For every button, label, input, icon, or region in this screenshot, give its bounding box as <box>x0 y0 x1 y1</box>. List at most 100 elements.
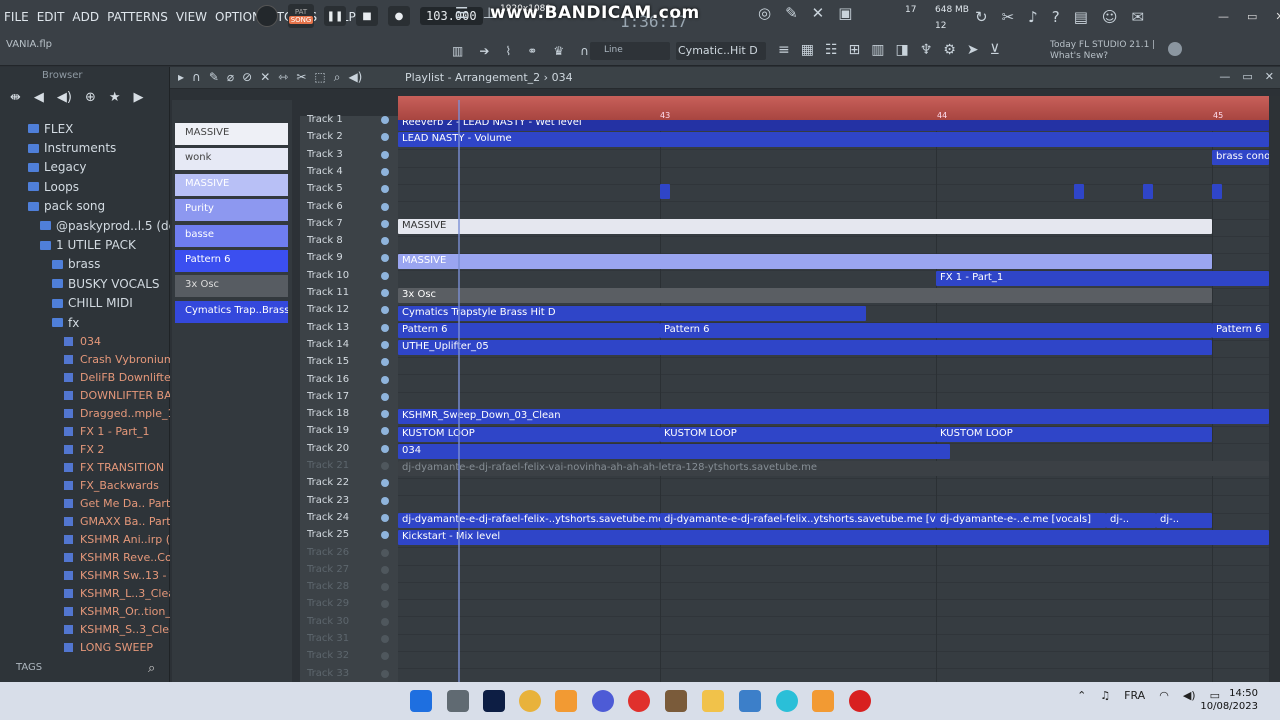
browser-folder[interactable]: fx <box>0 313 170 332</box>
minecraft-icon[interactable] <box>665 690 687 712</box>
chip-icon[interactable]: ⚙ <box>943 42 956 58</box>
close-icon[interactable]: ✕ <box>1265 70 1274 83</box>
clip-track12[interactable]: Cymatics Trapstyle Brass Hit D <box>398 306 866 321</box>
clip-track11[interactable]: 3x Osc <box>398 288 1212 303</box>
clip-track25[interactable]: Kickstart - Mix level <box>398 530 1269 545</box>
browser-file[interactable]: KSHMR Sw..13 - (E) <box>0 566 170 584</box>
pin-icon[interactable]: ⊥ <box>482 4 495 22</box>
track-mute-icon[interactable] <box>381 254 389 263</box>
playlist-icon[interactable]: ≡ <box>778 42 790 58</box>
browser-folder[interactable]: Legacy <box>0 158 170 177</box>
maximize-icon[interactable]: ▭ <box>1242 70 1252 83</box>
track-header[interactable]: Track 21 <box>300 458 398 475</box>
wifi-icon[interactable]: ◠ <box>1159 689 1169 702</box>
browser-folder[interactable]: @paskyprod..l.5 (demo) <box>0 216 170 235</box>
picker-item[interactable]: basse <box>175 224 288 247</box>
track-header[interactable]: Track 6 <box>300 199 398 216</box>
piano-icon[interactable]: ▥ <box>452 44 463 58</box>
track-header[interactable]: Track 5 <box>300 181 398 198</box>
track-header[interactable]: Track 20 <box>300 441 398 458</box>
minimize-icon[interactable]: — <box>1218 10 1229 23</box>
clip-track13-b[interactable]: Pattern 6 <box>660 323 1212 338</box>
pin-icon[interactable]: ▶ <box>134 90 144 106</box>
arrow-right-icon[interactable]: ➔ <box>479 44 489 58</box>
track-mute-icon[interactable] <box>381 116 389 124</box>
browser-file[interactable]: FX TRANSITION <box>0 458 170 476</box>
clip-track13-a[interactable]: Pattern 6 <box>398 323 660 338</box>
track-header[interactable]: Track 24 <box>300 510 398 527</box>
track-header[interactable]: Track 13 <box>300 320 398 337</box>
link-icon[interactable]: ⚭ <box>527 44 537 58</box>
track-header[interactable]: Track 14 <box>300 337 398 354</box>
browser-file[interactable]: LONG SWEEP <box>0 638 170 656</box>
track-header[interactable]: Track 27 <box>300 562 398 579</box>
browser-file[interactable]: FX 1 - Part_1 <box>0 422 170 440</box>
brush-icon[interactable]: ⌇ <box>505 44 511 58</box>
menu-file[interactable]: FILE <box>4 10 29 24</box>
opera-icon[interactable] <box>628 690 650 712</box>
track-mute-icon[interactable] <box>381 444 389 453</box>
news-panel[interactable]: Today FL STUDIO 21.1 | What's New? <box>1050 40 1155 62</box>
language-indicator[interactable]: FRA <box>1124 689 1145 702</box>
track-mute-icon[interactable] <box>381 306 389 315</box>
clip-track24-c[interactable]: dj-dyamante-e-..e.me [vocals] <box>936 513 1106 528</box>
track-mute-icon[interactable] <box>381 548 389 557</box>
track-header[interactable]: Track 28 <box>300 579 398 596</box>
browser-file[interactable]: DOWNLIFTER BASS <box>0 386 170 404</box>
menu-edit[interactable]: EDIT <box>37 10 65 24</box>
browser-file[interactable]: DeliFB Downlifter 3 <box>0 368 170 386</box>
track-mute-icon[interactable] <box>381 323 389 332</box>
fl-studio-icon[interactable] <box>555 690 577 712</box>
track-mute-icon[interactable] <box>381 271 389 280</box>
clip-track7[interactable]: MASSIVE <box>398 219 1212 234</box>
fl-studio-active-icon[interactable] <box>812 690 834 712</box>
picker-item[interactable]: Cymatics Trap..Brass Hit D <box>175 300 288 323</box>
clip-track24-d[interactable]: dj-.. <box>1106 513 1156 528</box>
minimize-icon[interactable]: — <box>1219 70 1230 83</box>
track-mute-icon[interactable] <box>381 496 389 505</box>
channel-rack-icon[interactable]: ▦ <box>801 42 814 58</box>
browser-folder[interactable]: brass <box>0 255 170 274</box>
track-mute-icon[interactable] <box>381 479 389 488</box>
browser-file[interactable]: KSHMR_S..3_Clean <box>0 620 170 638</box>
mic-icon[interactable]: ♪ <box>1028 8 1038 26</box>
clip-track5-a[interactable] <box>660 184 670 199</box>
speaker-icon[interactable]: ◀) <box>57 90 72 106</box>
chrome-icon[interactable] <box>519 690 541 712</box>
refresh-icon[interactable]: ↻ <box>975 8 988 26</box>
picker-item[interactable]: 3x Osc <box>175 275 288 298</box>
chat-icon[interactable]: ✉ <box>1132 8 1145 26</box>
stop-button[interactable]: ■ <box>356 6 378 26</box>
close-icon[interactable]: ✕ <box>812 4 825 22</box>
clock[interactable]: 14:50 10/08/2023 <box>1200 687 1258 713</box>
track-header[interactable]: Track 29 <box>300 596 398 613</box>
task-view-icon[interactable] <box>447 690 469 712</box>
clip-track5-b[interactable] <box>1074 184 1084 199</box>
clip-track21[interactable]: dj-dyamante-e-dj-rafael-felix-vai-novinh… <box>398 461 1269 476</box>
browser-file[interactable]: KSHMR_Or..tion_01 <box>0 602 170 620</box>
track-mute-icon[interactable] <box>381 513 389 522</box>
picker-item[interactable]: wonk <box>175 148 288 171</box>
browser-folder[interactable]: Instruments <box>0 138 170 157</box>
playback-tool-icon[interactable]: ◀) <box>348 70 362 85</box>
track-mute-icon[interactable] <box>381 358 389 367</box>
magnet-icon[interactable]: ∩ <box>580 44 589 58</box>
track-header[interactable]: Track 15 <box>300 354 398 371</box>
paint-tool-icon[interactable]: ⌀ <box>227 70 234 85</box>
track-mute-icon[interactable] <box>381 652 389 661</box>
bandicam-icon[interactable] <box>849 690 871 712</box>
pat-song-toggle[interactable]: PAT SONG <box>288 4 314 28</box>
browser-folder[interactable]: 1 UTILE PACK <box>0 235 170 254</box>
send-icon[interactable]: ➤ <box>967 42 979 58</box>
track-header[interactable]: Track 25 <box>300 527 398 544</box>
app-icon[interactable] <box>776 690 798 712</box>
clip-track5-c[interactable] <box>1143 184 1153 199</box>
browser-file[interactable]: FX_Backwards <box>0 476 170 494</box>
clip-track19-a[interactable]: KUSTOM LOOP <box>398 427 660 442</box>
browser-file[interactable]: FX 2 <box>0 440 170 458</box>
track-mute-icon[interactable] <box>381 289 389 297</box>
clip-track24-e[interactable]: dj-.. <box>1156 513 1212 528</box>
track-header[interactable]: Track 19 <box>300 423 398 440</box>
track-mute-icon[interactable] <box>381 617 389 626</box>
browser-file[interactable]: KSHMR_L..3_Clean <box>0 584 170 602</box>
